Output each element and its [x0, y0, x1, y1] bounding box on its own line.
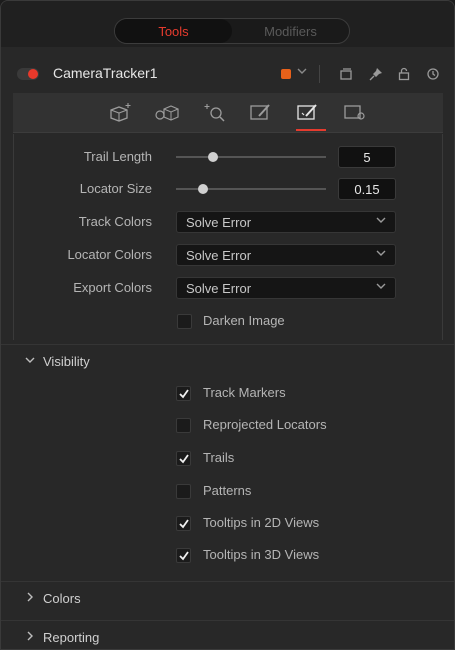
- track-colors-dropdown[interactable]: Solve Error: [176, 211, 396, 233]
- export-colors-dropdown[interactable]: Solve Error: [176, 277, 396, 299]
- track-tab-icon[interactable]: [106, 99, 134, 125]
- inspector-tab-strip: [13, 93, 443, 133]
- chevron-down-icon: [376, 215, 386, 228]
- chevron-right-icon: [25, 592, 35, 605]
- header-divider: [319, 65, 320, 83]
- chevron-down-icon: [25, 355, 35, 368]
- reprojected-locators-checkbox[interactable]: [176, 418, 191, 433]
- chevron-down-icon: [376, 281, 386, 294]
- trail-length-slider-handle[interactable]: [208, 152, 218, 162]
- locator-size-label: Locator Size: [79, 181, 152, 196]
- tooltips-3d-checkbox[interactable]: [176, 548, 191, 563]
- tool-header: CameraTracker1: [1, 59, 454, 89]
- tooltips-3d-label: Tooltips in 3D Views: [203, 547, 320, 562]
- reprojected-locators-label: Reprojected Locators: [203, 417, 327, 432]
- tool-color-swatch[interactable]: [281, 69, 291, 79]
- tool-name-label[interactable]: CameraTracker1: [53, 65, 158, 81]
- track-colors-value: Solve Error: [186, 214, 252, 230]
- patterns-checkbox[interactable]: [176, 484, 191, 499]
- locator-colors-value: Solve Error: [186, 247, 252, 263]
- options-tab-icon[interactable]: [247, 99, 275, 125]
- active-tab-indicator: [296, 129, 326, 131]
- chevron-down-icon[interactable]: [297, 66, 307, 79]
- lock-icon[interactable]: [395, 65, 413, 83]
- export-colors-value: Solve Error: [186, 280, 252, 296]
- inspector-panel: Tools Modifiers CameraTracker1 Trail Len…: [0, 0, 455, 650]
- reset-icon[interactable]: [424, 65, 442, 83]
- trails-checkbox[interactable]: [176, 451, 191, 466]
- settings-tab-icon[interactable]: [341, 99, 369, 125]
- track-markers-label: Track Markers: [203, 385, 286, 400]
- pin-icon[interactable]: [367, 65, 385, 83]
- visibility-section-title: Visibility: [43, 354, 90, 369]
- patterns-label: Patterns: [203, 483, 252, 498]
- trail-length-slider[interactable]: [176, 156, 326, 158]
- tooltips-2d-label: Tooltips in 2D Views: [203, 515, 320, 530]
- trail-length-label: Trail Length: [83, 149, 152, 164]
- locator-size-slider-handle[interactable]: [198, 184, 208, 194]
- visibility-section-header[interactable]: Visibility: [1, 344, 454, 378]
- darken-image-label: Darken Image: [203, 313, 285, 328]
- locator-size-input[interactable]: 0.15: [338, 178, 396, 200]
- reporting-section-header[interactable]: Reporting: [1, 620, 454, 649]
- chevron-down-icon: [376, 248, 386, 261]
- tool-enable-toggle[interactable]: [17, 68, 39, 80]
- solve-tab-icon[interactable]: [153, 99, 181, 125]
- version-icon[interactable]: [337, 65, 355, 83]
- display-options-tab-icon[interactable]: [294, 99, 322, 125]
- tools-tab[interactable]: Tools: [115, 19, 232, 43]
- locator-colors-label: Locator Colors: [67, 247, 152, 262]
- reporting-section-title: Reporting: [43, 630, 100, 645]
- track-colors-label: Track Colors: [78, 214, 152, 229]
- trail-length-input[interactable]: 5: [338, 146, 396, 168]
- tooltips-2d-checkbox[interactable]: [176, 516, 191, 531]
- display-options-content: Trail Length 5 Locator Size 0.15 Track C…: [13, 134, 443, 340]
- tools-modifiers-toggle: Tools Modifiers: [114, 18, 350, 44]
- locator-colors-dropdown[interactable]: Solve Error: [176, 244, 396, 266]
- inspector-top-bar: Tools Modifiers: [1, 1, 454, 47]
- trails-label: Trails: [203, 450, 235, 465]
- track-markers-checkbox[interactable]: [176, 386, 191, 401]
- modifiers-tab[interactable]: Modifiers: [232, 19, 349, 43]
- export-tab-icon[interactable]: [200, 99, 228, 125]
- colors-section-title: Colors: [43, 591, 81, 606]
- colors-section-header[interactable]: Colors: [1, 581, 454, 615]
- darken-image-checkbox[interactable]: [177, 314, 192, 329]
- chevron-right-icon: [25, 631, 35, 644]
- export-colors-label: Export Colors: [73, 280, 152, 295]
